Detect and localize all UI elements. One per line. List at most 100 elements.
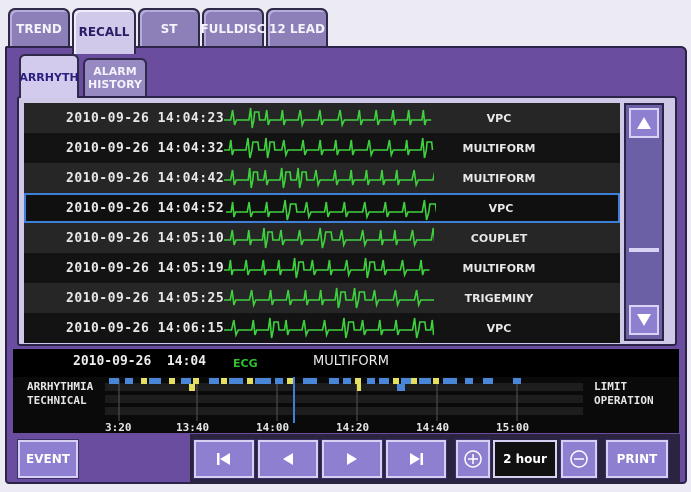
arrhythmia-marker	[303, 378, 317, 384]
event-timestamp: 2010-09-26 14:04:52	[66, 200, 225, 216]
subtab-arrhyth[interactable]: ARRHYTH	[19, 54, 79, 98]
tick-label: 13:40	[176, 421, 210, 434]
event-row[interactable]: 2010-09-26 14:04:32 MULTIFORM	[24, 133, 620, 163]
arrhythmia-marker	[379, 378, 389, 384]
zoom-out-icon	[570, 450, 588, 468]
event-timestamp: 2010-09-26 14:04:42	[66, 170, 225, 186]
technical-marker	[397, 384, 405, 391]
tick-label: 3:20	[105, 421, 132, 434]
event-list[interactable]: 2010-09-26 14:04:23 VPC 2010-09-26 14:04:3…	[24, 103, 620, 343]
arrhythmia-marker	[465, 378, 473, 384]
arrhythmia-marker	[193, 378, 199, 384]
tick-label: 15:00	[496, 421, 530, 434]
timeline-lane	[105, 407, 583, 415]
event-timestamp: 2010-09-26 14:05:25	[66, 290, 225, 306]
event-type: VPC	[486, 321, 512, 335]
tab-trend[interactable]: TREND	[8, 8, 70, 48]
event-button[interactable]: EVENT	[18, 440, 78, 478]
prev-button[interactable]	[258, 440, 318, 478]
triangle-up-icon[interactable]	[629, 108, 659, 138]
arrhythmia-marker	[149, 378, 161, 384]
arrhythmia-marker	[411, 378, 417, 384]
arrhythmia-marker	[169, 378, 175, 384]
step-forward-icon	[347, 453, 357, 465]
event-row[interactable]: 2010-09-26 14:04:52 VPC	[24, 193, 620, 223]
event-timestamp: 2010-09-26 14:06:15	[66, 320, 225, 336]
skip-to-last-icon	[410, 453, 423, 465]
last-button[interactable]	[386, 440, 446, 478]
arrhythmia-marker	[221, 378, 227, 384]
timeline-lane	[105, 395, 583, 403]
event-timestamp: 2010-09-26 14:05:19	[66, 260, 225, 276]
event-row[interactable]: 2010-09-26 14:04:23 VPC	[24, 103, 620, 133]
print-button[interactable]: PRINT	[606, 440, 668, 478]
event-row[interactable]: 2010-09-26 14:06:15 VPC	[24, 313, 620, 343]
tab-st[interactable]: ST	[138, 8, 200, 48]
ecg-waveform-thumbnail	[224, 227, 434, 249]
arrhythmia-marker	[401, 378, 411, 384]
status-annotation: MULTIFORM	[313, 354, 389, 369]
step-back-icon	[283, 453, 293, 465]
technical-marker	[189, 384, 195, 391]
arrhythmia-marker	[229, 378, 243, 384]
arrhythmia-marker	[287, 378, 293, 384]
technical-marker	[357, 384, 361, 391]
event-timestamp: 2010-09-26 14:05:10	[66, 230, 225, 246]
selected-event-status: 2010-09-26 14:04 ECG MULTIFORM	[13, 349, 679, 377]
zoom-in-icon	[464, 450, 482, 468]
zoom-in-button[interactable]	[456, 440, 490, 478]
first-button[interactable]	[194, 440, 254, 478]
status-lead: ECG	[233, 357, 258, 370]
arrhythmia-marker	[355, 378, 361, 384]
event-row[interactable]: 2010-09-26 14:05:10 COUPLET	[24, 223, 620, 253]
arrhythmia-marker	[483, 378, 493, 384]
arrhythmia-marker	[255, 378, 271, 384]
arrhythmia-marker	[443, 378, 457, 384]
ecg-waveform-thumbnail	[224, 107, 432, 129]
ecg-waveform-thumbnail	[224, 317, 434, 339]
status-date: 2010-09-26 14:04	[73, 354, 207, 369]
tick-label: 14:00	[256, 421, 290, 434]
event-type: VPC	[486, 111, 512, 125]
arrhythmia-marker	[367, 378, 375, 384]
event-row[interactable]: 2010-09-26 14:05:25 TRIGEMINY	[24, 283, 620, 313]
event-row[interactable]: 2010-09-26 14:04:42 MULTIFORM	[24, 163, 620, 193]
arrhythmia-marker	[393, 378, 399, 384]
arrhythmia-marker	[275, 378, 283, 384]
event-row[interactable]: 2010-09-26 14:05:19 MULTIFORM	[24, 253, 620, 283]
triangle-down-icon[interactable]	[629, 305, 659, 335]
event-type: MULTIFORM	[462, 261, 536, 275]
zoom-out-button[interactable]	[561, 440, 597, 478]
arrhythmia-marker	[419, 378, 431, 384]
arrhythmia-marker	[513, 378, 521, 384]
ecg-waveform-thumbnail	[224, 137, 434, 159]
tick-label: 14:20	[336, 421, 370, 434]
event-timeline[interactable]: ARRHYTHMIA TECHNICAL LIMIT OPERATION 3:2…	[13, 377, 679, 434]
tab-fulldisc[interactable]: FULLDISC	[200, 8, 266, 48]
arrhythmia-marker	[247, 378, 253, 384]
scrollbar[interactable]	[624, 103, 664, 341]
arrhythmia-marker	[125, 378, 133, 384]
timeline-lane	[105, 383, 583, 391]
subtab-alarm-history[interactable]: ALARM HISTORY	[83, 58, 147, 96]
arrhythmia-marker	[209, 378, 219, 384]
event-type: COUPLET	[470, 231, 528, 245]
tab-recall[interactable]: RECALL	[72, 8, 136, 54]
next-button[interactable]	[322, 440, 382, 478]
arrhythmia-marker	[181, 378, 191, 384]
arrhythmia-marker	[109, 378, 119, 384]
event-type: VPC	[488, 201, 514, 215]
scroll-thumb[interactable]	[629, 248, 659, 252]
time-period-display[interactable]: 2 hour	[493, 440, 557, 478]
skip-to-first-icon	[217, 453, 230, 465]
arrhythmia-marker	[343, 378, 351, 384]
tick-label: 14:40	[416, 421, 450, 434]
event-type: MULTIFORM	[462, 171, 536, 185]
arrhythmia-marker	[141, 378, 147, 384]
ecg-waveform-thumbnail	[224, 167, 434, 189]
arrhythmia-marker	[433, 378, 439, 384]
ecg-waveform-thumbnail	[224, 257, 430, 279]
event-timestamp: 2010-09-26 14:04:23	[66, 110, 225, 126]
ecg-waveform-thumbnail	[226, 199, 436, 221]
tab-12-lead[interactable]: 12 LEAD	[266, 8, 328, 48]
